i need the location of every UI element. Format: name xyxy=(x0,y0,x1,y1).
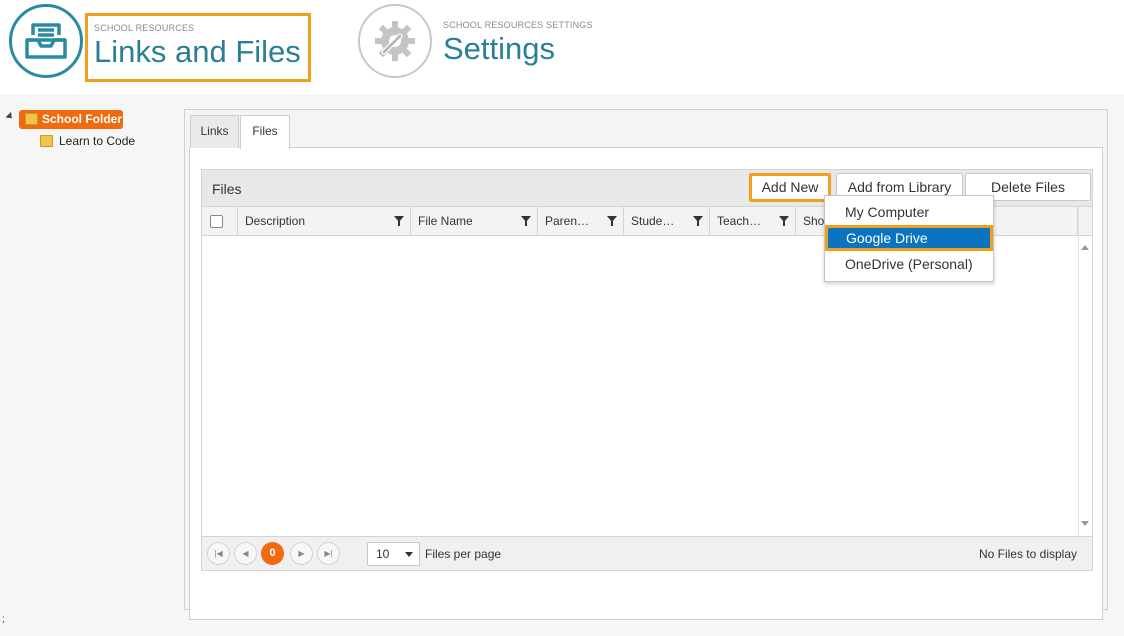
scroll-down-icon[interactable] xyxy=(1081,521,1089,526)
column-label: Stude… xyxy=(631,214,675,228)
links-kicker: SCHOOL RESOURCES xyxy=(94,23,195,33)
add-new-dropdown: My Computer Google Drive OneDrive (Perso… xyxy=(824,195,994,282)
column-header-file-name[interactable]: File Name xyxy=(411,207,538,235)
select-all-checkbox[interactable] xyxy=(210,215,223,228)
folder-icon xyxy=(40,135,53,147)
inbox-tray-icon xyxy=(25,23,67,59)
page-size-label: Files per page xyxy=(425,547,502,561)
column-header-description[interactable]: Description xyxy=(238,207,411,235)
filter-icon[interactable] xyxy=(779,216,789,226)
filter-icon[interactable] xyxy=(521,216,531,226)
current-page-button[interactable]: 0 xyxy=(261,542,284,565)
grid-title: Files xyxy=(212,181,242,197)
settings-icon-button[interactable] xyxy=(358,4,432,78)
tree-item-label: School Folder xyxy=(42,112,123,126)
links-files-icon[interactable] xyxy=(9,4,83,78)
gear-wrench-icon xyxy=(375,21,415,61)
tab-links[interactable]: Links xyxy=(190,115,239,148)
filter-icon[interactable] xyxy=(394,216,404,226)
column-label: Teach… xyxy=(717,214,762,228)
first-page-button[interactable]: |◀ xyxy=(207,542,230,565)
column-header-student[interactable]: Stude… xyxy=(624,207,710,235)
footer-mark: ; xyxy=(2,614,5,625)
header: SCHOOL RESOURCES Links and Files SCHOOL … xyxy=(0,0,1124,94)
column-label: Description xyxy=(245,214,306,228)
next-page-button[interactable]: ▶ xyxy=(290,542,313,565)
page-size-select[interactable]: 10 xyxy=(367,542,420,566)
pager-info: No Files to display xyxy=(978,547,1077,561)
menu-item-google-drive[interactable]: Google Drive xyxy=(825,225,993,251)
app-window: SCHOOL RESOURCES Links and Files SCHOOL … xyxy=(0,0,1124,636)
column-label: File Name xyxy=(418,214,473,228)
links-files-header[interactable]: SCHOOL RESOURCES Links and Files xyxy=(85,13,311,82)
filter-icon[interactable] xyxy=(607,216,617,226)
grid-pager: |◀ ◀ 0 ▶ ▶| 10 Files per page No Files t… xyxy=(202,536,1092,570)
page-size-value: 10 xyxy=(376,547,390,561)
add-new-button[interactable]: Add New xyxy=(749,173,831,202)
scrollbar-track[interactable] xyxy=(1078,207,1079,536)
tree-item-label: Learn to Code xyxy=(59,134,136,148)
tab-files[interactable]: Files xyxy=(240,115,290,149)
select-all-cell xyxy=(202,207,238,235)
chevron-down-icon xyxy=(405,552,413,557)
filter-icon[interactable] xyxy=(693,216,703,226)
column-label: Paren… xyxy=(545,214,590,228)
column-header-parent[interactable]: Paren… xyxy=(538,207,624,235)
settings-title: Settings xyxy=(443,31,556,66)
folder-icon xyxy=(25,113,38,125)
tree-item-learn-to-code[interactable]: Learn to Code xyxy=(40,134,135,148)
menu-item-my-computer[interactable]: My Computer xyxy=(825,199,993,225)
menu-item-onedrive[interactable]: OneDrive (Personal) xyxy=(825,251,993,277)
tree-item-school-folder[interactable]: School Folder xyxy=(19,110,123,129)
links-title: Links and Files xyxy=(94,34,301,69)
column-label: Sho xyxy=(803,214,825,228)
collapse-arrow-icon[interactable] xyxy=(5,111,15,122)
prev-page-button[interactable]: ◀ xyxy=(234,542,257,565)
settings-header[interactable]: SCHOOL RESOURCES SETTINGS Settings xyxy=(443,20,593,66)
scroll-up-icon[interactable] xyxy=(1081,245,1089,250)
last-page-button[interactable]: ▶| xyxy=(317,542,340,565)
column-header-teacher[interactable]: Teach… xyxy=(710,207,796,235)
settings-kicker: SCHOOL RESOURCES SETTINGS xyxy=(443,20,593,30)
